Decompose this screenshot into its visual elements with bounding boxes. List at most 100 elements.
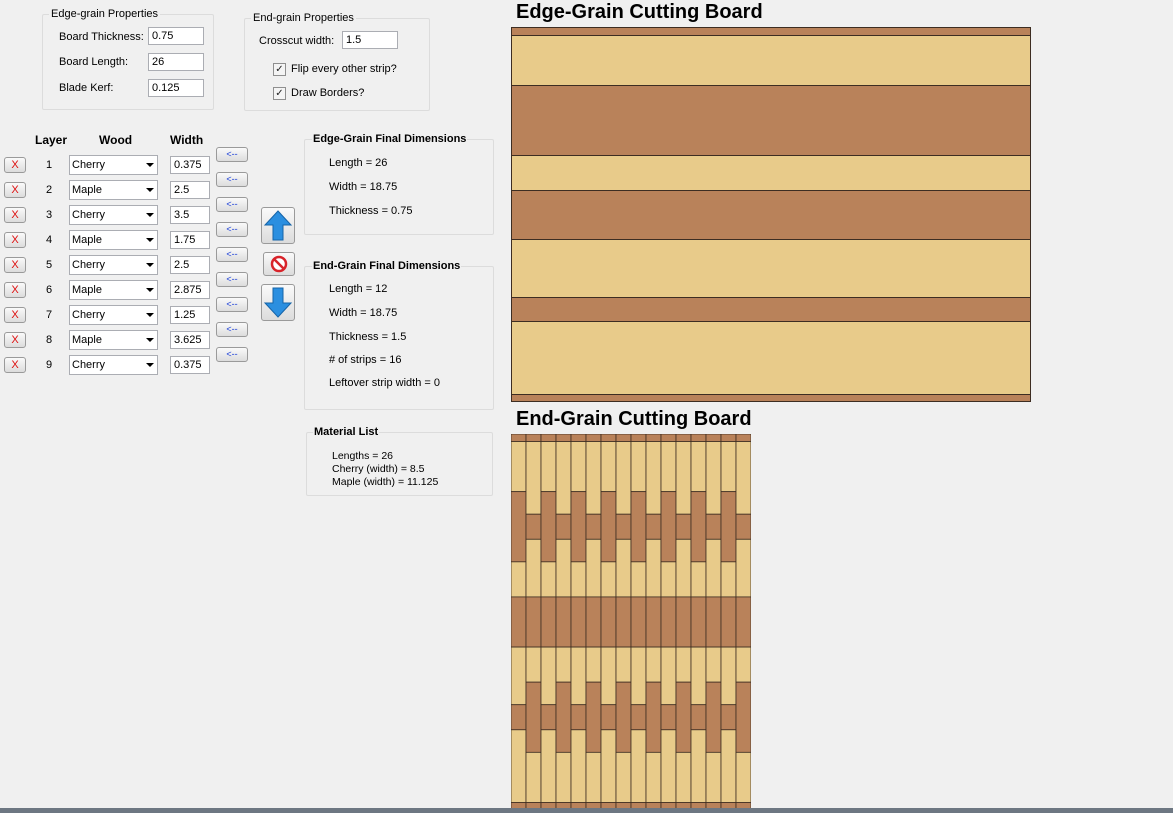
wood-select[interactable]: Cherry [69,205,158,225]
board-thickness-input[interactable]: 0.75 [148,27,204,45]
chevron-down-icon [146,363,154,367]
delete-layer-button[interactable]: X [4,207,26,223]
delete-layer-button[interactable]: X [4,357,26,373]
end-final-leftover: Leftover strip width = 0 [329,377,440,389]
end-board-title: End-Grain Cutting Board [516,408,752,430]
layer-width-input[interactable]: 1.25 [170,306,210,324]
end-grain-block [525,441,542,515]
cherry-stripe [512,296,1030,322]
layer-width-input[interactable]: 2.5 [170,181,210,199]
end-grain-block [570,561,587,598]
move-layer-button[interactable]: <-- [216,197,248,212]
wood-select[interactable]: Maple [69,230,158,250]
end-grain-block [735,434,751,442]
end-grain-block [630,441,647,493]
end-grain-block [585,681,602,753]
end-grain-block [615,646,632,683]
wood-select[interactable]: Maple [69,330,158,350]
end-grain-block [600,729,617,803]
end-grain-block [720,729,737,803]
move-layer-button[interactable]: <-- [216,222,248,237]
end-grain-block [540,729,557,803]
end-grain-block [570,434,587,442]
delete-layer-button[interactable]: X [4,282,26,298]
move-layer-button[interactable]: <-- [216,272,248,287]
layer-width-input[interactable]: 3.625 [170,331,210,349]
maple-stripe [512,321,1030,394]
end-grain-block [645,681,662,753]
end-grain-block [511,729,527,803]
wood-select-value: Cherry [72,159,106,171]
wood-select[interactable]: Cherry [69,155,158,175]
delete-layer-button[interactable]: X [4,182,26,198]
end-grain-block [630,646,647,706]
move-layer-button[interactable]: <-- [216,322,248,337]
move-up-button[interactable] [261,207,295,244]
material-list-title: Material List [313,426,380,438]
delete-layer-button[interactable]: X [4,232,26,248]
layer-width-input[interactable]: 1.75 [170,231,210,249]
end-grain-block [615,513,632,540]
wood-select[interactable]: Cherry [69,305,158,325]
layer-number: 8 [45,334,53,346]
layer-width-input[interactable]: 2.875 [170,281,210,299]
move-layer-button[interactable]: <-- [216,172,248,187]
wood-select[interactable]: Cherry [69,355,158,375]
end-grain-block [675,751,692,803]
end-grain-block [525,646,542,683]
move-layer-button[interactable]: <-- [216,247,248,262]
blade-kerf-input[interactable]: 0.125 [148,79,204,97]
end-grain-block [600,561,617,598]
cherry-stripe [512,189,1030,240]
end-grain-block [570,596,587,648]
delete-layer-button[interactable]: X [4,257,26,273]
end-grain-block [690,561,707,598]
end-grain-block [540,491,557,563]
end-grain-block [525,538,542,598]
end-grain-block [675,513,692,540]
end-grain-block [615,434,632,442]
draw-borders-checkbox[interactable]: ✓ [273,87,286,100]
end-grain-block [600,434,617,442]
board-length-input[interactable]: 26 [148,53,204,71]
wood-select[interactable]: Maple [69,180,158,200]
end-grain-block [705,434,722,442]
end-grain-block [630,491,647,563]
crosscut-width-input[interactable]: 1.5 [342,31,398,49]
layer-column-header: Layer [35,133,68,147]
delete-layer-button[interactable]: X [4,332,26,348]
edge-final-thickness: Thickness = 0.75 [329,205,413,217]
end-grain-block [690,441,707,493]
delete-layer-button[interactable]: X [4,307,26,323]
end-grain-block [585,751,602,803]
end-grain-block [645,596,662,648]
end-grain-properties-title: End-grain Properties [251,12,356,24]
layer-width-input[interactable]: 0.375 [170,156,210,174]
move-layer-button[interactable]: <-- [216,147,248,162]
edge-grain-properties-title: Edge-grain Properties [49,8,161,20]
edge-final-width: Width = 18.75 [329,181,398,193]
flip-strips-checkbox[interactable]: ✓ [273,63,286,76]
end-grain-block [555,751,572,803]
end-grain-block [735,513,751,540]
move-layer-button[interactable]: <-- [216,347,248,362]
wood-select[interactable]: Cherry [69,255,158,275]
end-grain-block [570,441,587,493]
wood-select-value: Cherry [72,259,106,271]
wood-select[interactable]: Maple [69,280,158,300]
width-column-header: Width [170,133,204,147]
delete-layer-button[interactable]: X [4,157,26,173]
end-grain-block [720,704,737,731]
cancel-button[interactable] [263,252,295,276]
chevron-down-icon [146,288,154,292]
chevron-down-icon [146,163,154,167]
edge-final-dimensions-title: Edge-Grain Final Dimensions [312,133,468,145]
move-layer-button[interactable]: <-- [216,297,248,312]
move-down-button[interactable] [261,284,295,321]
layer-width-input[interactable]: 3.5 [170,206,210,224]
layer-width-input[interactable]: 0.375 [170,356,210,374]
end-grain-block [540,704,557,731]
layer-width-input[interactable]: 2.5 [170,256,210,274]
end-final-dimensions-title: End-Grain Final Dimensions [312,260,462,272]
end-grain-block [660,441,677,493]
